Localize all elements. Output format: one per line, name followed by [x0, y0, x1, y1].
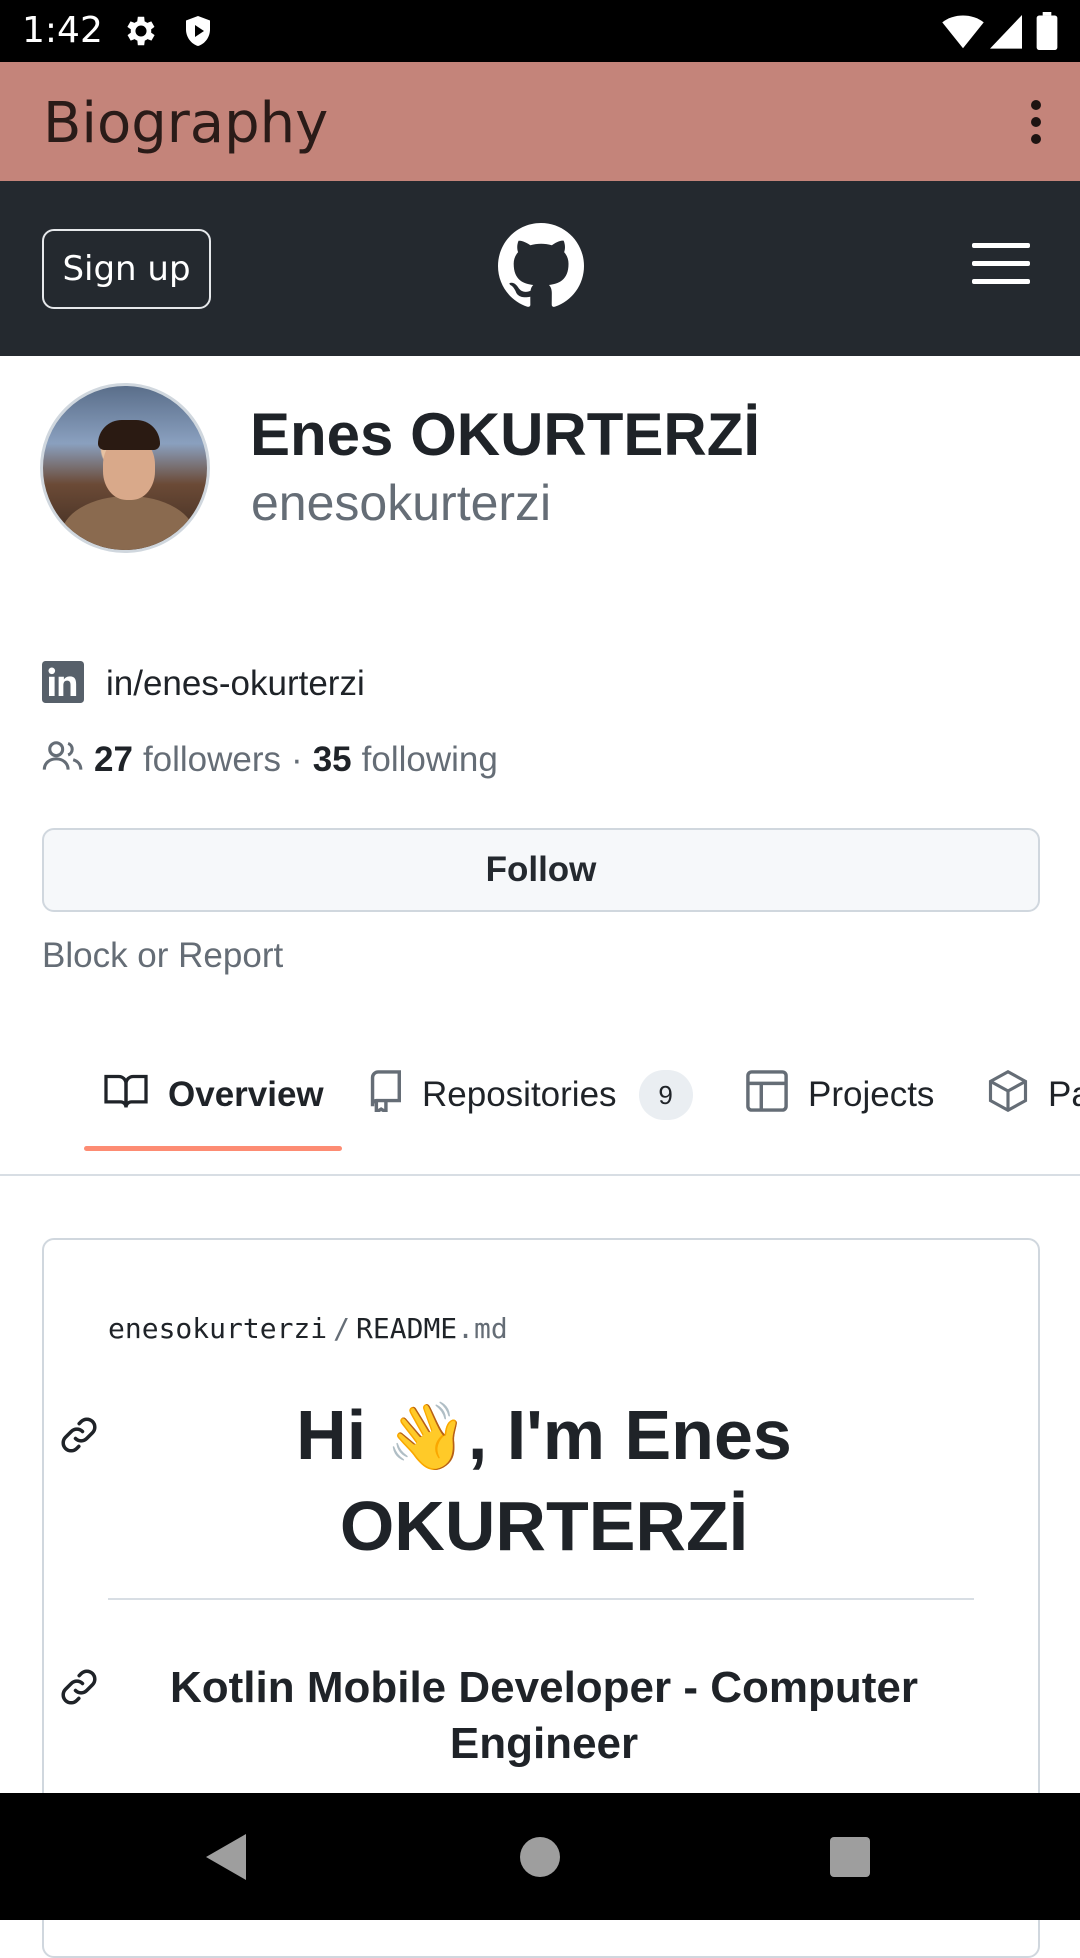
waving-hand-emoji: 👋 — [385, 1399, 468, 1473]
package-icon — [988, 1069, 1028, 1121]
book-icon — [104, 1071, 148, 1120]
system-nav-bar — [0, 1793, 1080, 1920]
readme-file[interactable]: README — [356, 1312, 457, 1345]
link-anchor-icon[interactable] — [58, 1666, 100, 1713]
people-icon — [42, 739, 84, 782]
status-bar: 1:42 — [0, 0, 1080, 62]
more-vert-icon[interactable] — [1016, 96, 1056, 150]
settings-icon — [122, 12, 160, 55]
following-count[interactable]: 35 — [313, 740, 352, 780]
tab-projects[interactable]: Projects — [746, 1060, 934, 1130]
sign-up-button[interactable]: Sign up — [42, 229, 211, 309]
tab-repositories-label: Repositories — [422, 1075, 617, 1114]
signal-icon — [990, 12, 1022, 55]
readme-heading: Hi 👋, I'm Enes OKURTERZİ — [144, 1390, 944, 1571]
subheading-line2: Engineer — [449, 1719, 639, 1768]
readme-ext: .md — [457, 1312, 508, 1345]
recents-icon[interactable] — [830, 1837, 870, 1882]
followers-label[interactable]: followers — [143, 740, 281, 780]
app-bar-title: Biography — [43, 91, 329, 156]
linkedin-icon — [42, 660, 84, 708]
app-bar: Biography — [0, 62, 1080, 181]
follow-button[interactable]: Follow — [42, 828, 1040, 912]
readme-subheading: Kotlin Mobile Developer - Computer Engin… — [144, 1660, 944, 1772]
profile-tabs: Overview Repositories 9 Projects Pa — [0, 1050, 1080, 1176]
status-time: 1:42 — [22, 10, 103, 51]
stats-separator: · — [291, 740, 303, 779]
shield-play-icon — [180, 12, 216, 55]
active-tab-indicator — [84, 1146, 342, 1151]
tab-overview[interactable]: Overview — [104, 1060, 324, 1130]
repositories-count-badge: 9 — [638, 1070, 693, 1120]
tab-repositories[interactable]: Repositories 9 — [366, 1060, 693, 1130]
github-header: Sign up — [0, 181, 1080, 356]
heading-part2: , I'm Enes — [467, 1396, 792, 1474]
table-icon — [746, 1069, 788, 1121]
back-icon[interactable] — [206, 1834, 246, 1885]
link-anchor-icon[interactable] — [58, 1414, 100, 1461]
tab-packages[interactable]: Pa — [988, 1060, 1080, 1130]
heading-line2: OKURTERZİ — [339, 1487, 749, 1565]
readme-owner[interactable]: enesokurterzi — [108, 1312, 327, 1345]
tab-projects-label: Projects — [808, 1075, 935, 1114]
home-icon[interactable] — [520, 1837, 560, 1882]
heading-part1: Hi — [296, 1396, 386, 1474]
following-label[interactable]: following — [362, 740, 498, 780]
avatar[interactable] — [40, 383, 210, 553]
readme-path: enesokurterzi / README.md — [108, 1312, 508, 1345]
wifi-icon — [942, 12, 984, 55]
github-mark-icon[interactable] — [498, 223, 584, 314]
tab-overview-label: Overview — [168, 1075, 324, 1114]
linkedin-link[interactable]: in/enes-okurterzi — [42, 660, 365, 708]
battery-icon — [1036, 12, 1058, 55]
repo-icon — [366, 1069, 402, 1121]
tab-packages-label: Pa — [1048, 1075, 1080, 1114]
block-report-link[interactable]: Block or Report — [42, 936, 283, 976]
linkedin-text: in/enes-okurterzi — [106, 664, 365, 703]
readme-path-separator: / — [333, 1312, 351, 1345]
profile-login: enesokurterzi — [251, 475, 552, 531]
follow-stats: 27 followers · 35 following — [42, 736, 498, 784]
followers-count[interactable]: 27 — [94, 740, 133, 780]
hamburger-icon[interactable] — [972, 243, 1030, 284]
heading-divider — [108, 1598, 974, 1600]
subheading-line1: Kotlin Mobile Developer - Computer — [169, 1663, 919, 1712]
profile-name: Enes OKURTERZİ — [250, 401, 761, 468]
